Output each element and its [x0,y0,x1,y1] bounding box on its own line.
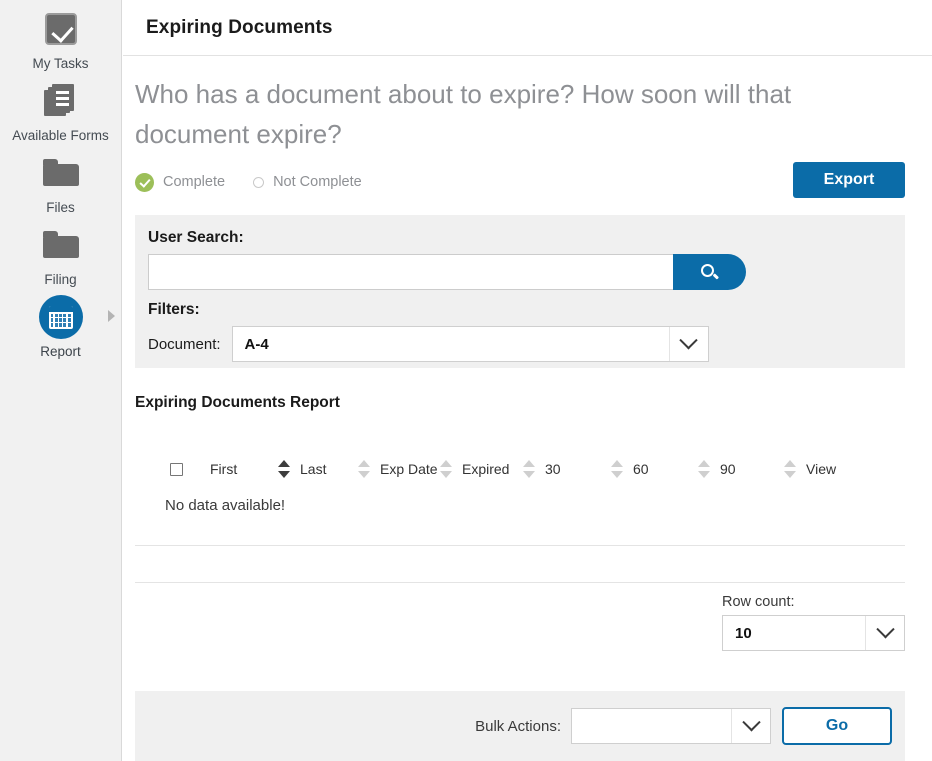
document-label: Document: [148,336,221,353]
main-content: Expiring Documents Who has a document ab… [123,0,932,761]
bulk-actions-bar: Bulk Actions: Go [135,691,905,761]
column-label: View [806,461,836,477]
documents-icon [0,78,121,124]
sidebar-item-filing[interactable]: Filing [0,222,121,288]
page-title: Expiring Documents [146,17,333,39]
status-not-complete-label: Not Complete [273,174,362,190]
bulk-actions-label: Bulk Actions: [475,718,561,735]
document-select[interactable]: A-4 [232,326,709,362]
row-count-group: Row count: 10 [722,594,905,651]
row-count-value: 10 [723,625,865,642]
chevron-down-icon[interactable] [731,709,770,743]
sidebar-item-files[interactable]: Files [0,150,121,216]
filter-panel: User Search: Filters: Document: A-4 [135,215,905,368]
calendar-report-icon [0,294,121,340]
sidebar-item-available-forms[interactable]: Available Forms [0,78,121,144]
column-label: 90 [720,461,736,477]
search-input[interactable] [148,254,673,290]
select-all-checkbox[interactable] [170,463,183,476]
filters-label: Filters: [148,301,905,319]
document-select-value: A-4 [233,336,669,353]
status-row: Complete Not Complete Export [123,154,932,198]
sort-arrows-icon[interactable] [278,459,291,479]
column-label: Last [300,461,326,477]
sidebar-item-label: Filing [0,272,121,288]
sort-arrows-icon[interactable] [523,459,536,479]
sort-arrows-icon[interactable] [611,459,624,479]
column-90[interactable]: 90 [698,459,784,479]
column-last[interactable]: Last [278,459,358,479]
status-complete-label: Complete [163,174,225,190]
bulk-actions-select[interactable] [571,708,771,744]
question-text: Who has a document about to expire? How … [123,56,932,154]
column-60[interactable]: 60 [611,459,698,479]
document-filter-row: Document: A-4 [148,326,905,362]
user-search-row [148,254,746,290]
search-icon [701,264,718,281]
folder-icon [0,150,121,196]
column-label: Expired [462,461,509,477]
go-button[interactable]: Go [782,707,892,745]
column-expired[interactable]: Expired [440,459,523,479]
sort-arrows-icon[interactable] [440,459,453,479]
column-label: 30 [545,461,561,477]
user-search-label: User Search: [148,229,905,247]
search-button[interactable] [673,254,746,290]
sidebar-item-report[interactable]: Report [0,294,121,360]
empty-state-message: No data available! [165,497,285,514]
divider [135,545,905,546]
sort-arrows-icon[interactable] [358,459,371,479]
sidebar-item-my-tasks[interactable]: My Tasks [0,6,121,72]
column-30[interactable]: 30 [523,459,611,479]
column-first[interactable]: First [210,461,278,477]
sidebar: My Tasks Available Forms Files Filing [0,0,122,761]
chevron-down-icon[interactable] [669,327,708,361]
sort-arrows-icon[interactable] [784,459,797,479]
sidebar-item-label: Report [0,344,121,360]
empty-circle-icon [253,177,264,188]
export-button[interactable]: Export [793,162,905,198]
report-title: Expiring Documents Report [135,394,340,412]
divider [135,582,905,583]
column-label: 60 [633,461,649,477]
sidebar-item-label: My Tasks [0,56,121,72]
sort-arrows-icon[interactable] [698,459,711,479]
chevron-right-icon[interactable] [108,310,115,322]
table-header: First Last Exp Date Expired 30 60 90 Vi [135,455,905,483]
column-exp-date[interactable]: Exp Date [358,459,440,479]
row-count-select[interactable]: 10 [722,615,905,651]
column-label: First [210,461,237,477]
checkbox-icon [0,6,121,52]
column-label: Exp Date [380,461,438,477]
folder-icon [0,222,121,268]
page-header: Expiring Documents [123,0,932,56]
chevron-down-icon[interactable] [865,616,904,650]
sidebar-item-label: Available Forms [0,128,121,144]
row-count-label: Row count: [722,594,905,610]
column-view[interactable]: View [784,459,836,479]
sidebar-item-label: Files [0,200,121,216]
check-circle-icon [135,173,154,192]
status-complete[interactable]: Complete [135,173,225,192]
status-not-complete[interactable]: Not Complete [253,174,362,190]
